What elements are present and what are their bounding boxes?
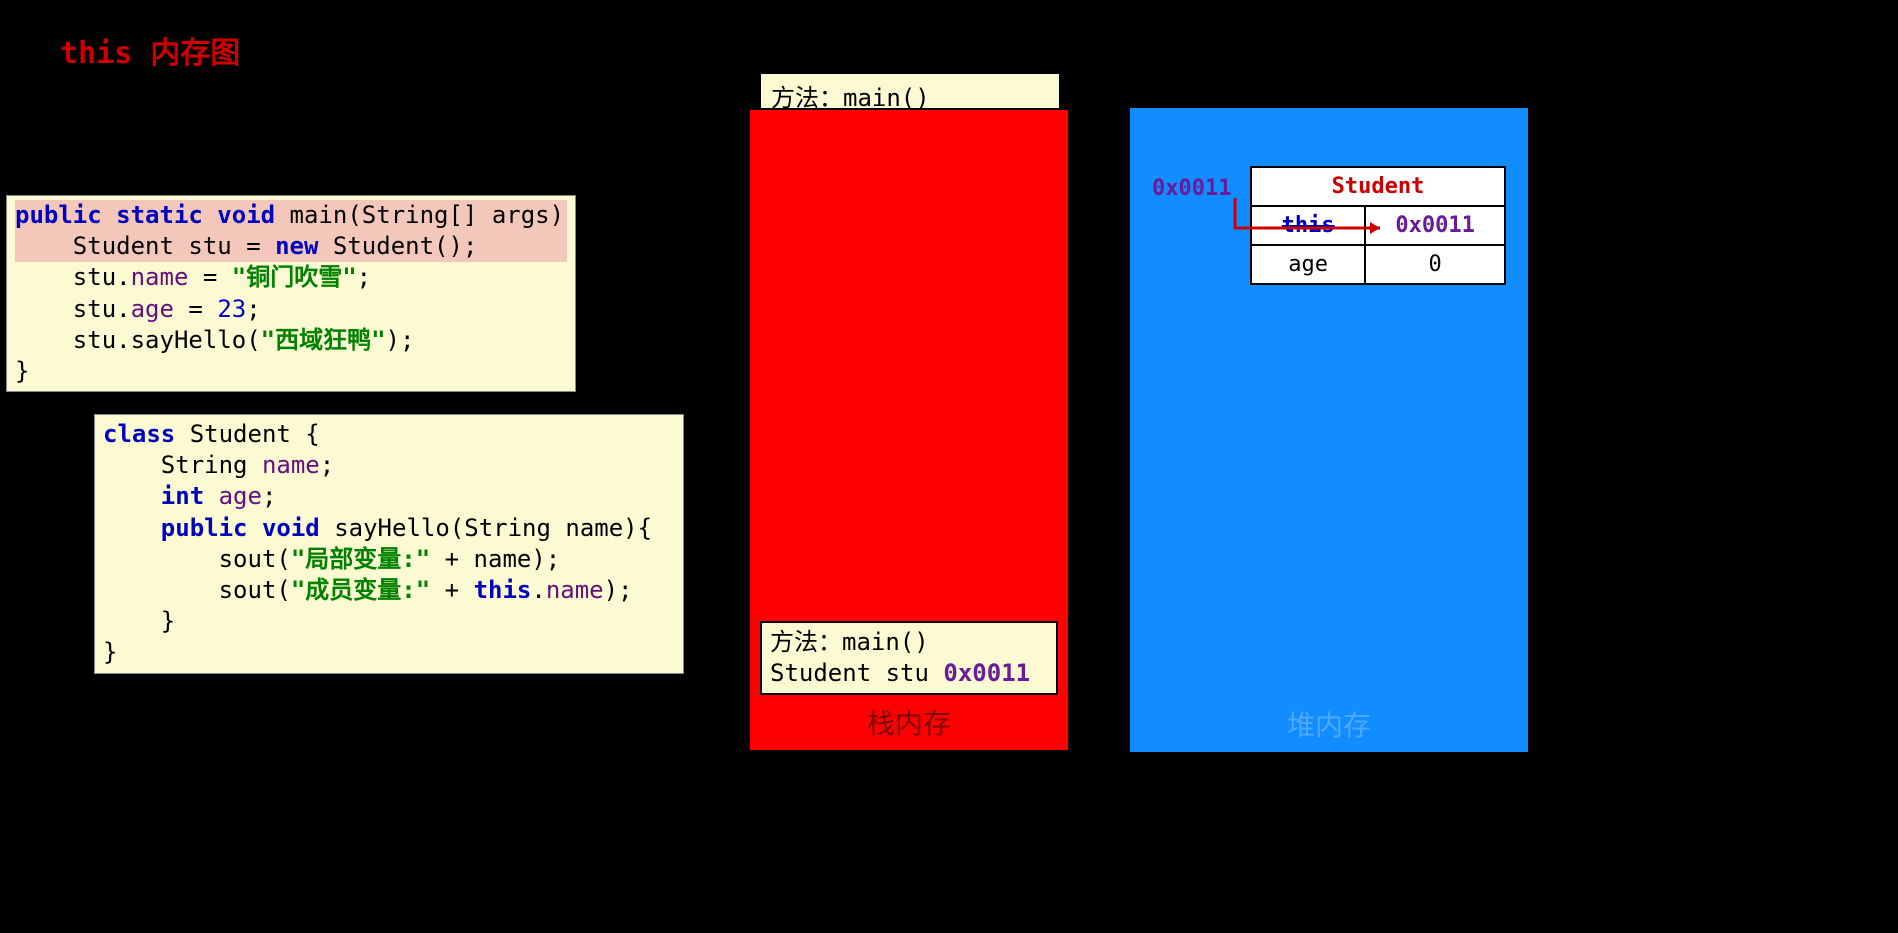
code-text: stu.: [15, 295, 131, 323]
code-text: stu.: [15, 263, 131, 291]
heap-memory-box: 0x0011 Student this 0x0011 age 0 堆内存: [1130, 108, 1528, 752]
code-text: );: [386, 326, 415, 354]
code-text: [103, 514, 161, 542]
stack-var-address: 0x0011: [943, 659, 1030, 687]
code-text: Student stu =: [15, 232, 275, 260]
heap-field-age-value: 0: [1365, 245, 1505, 284]
stack-memory-box: 方法：main() Student stu 0x0011 栈内存: [748, 108, 1070, 752]
code-text: stu.sayHello(: [15, 326, 261, 354]
code-field: age: [219, 482, 262, 510]
code-text: .: [531, 576, 545, 604]
code-string: "铜门吹雪": [232, 263, 357, 291]
heap-object-table: Student this 0x0011 age 0: [1250, 166, 1506, 285]
code-text: [204, 482, 218, 510]
code-text: sout(: [103, 545, 291, 573]
code-block-class: class Student { String name; int age; pu…: [94, 414, 684, 674]
diagram-title: this 内存图: [60, 28, 240, 72]
code-text: + name);: [430, 545, 560, 573]
code-number: 23: [217, 295, 246, 323]
code-text: }: [15, 357, 29, 385]
code-text: ;: [357, 263, 371, 291]
code-field: name: [262, 451, 320, 479]
heap-object-address: 0x0011: [1152, 176, 1231, 201]
heap-caption: 堆内存: [1130, 704, 1528, 744]
code-text: Student {: [175, 420, 320, 448]
code-text: }: [103, 638, 117, 666]
stack-frame-var: Student stu 0x0011: [770, 658, 1048, 689]
heap-object-classname: Student: [1251, 167, 1505, 206]
code-keyword: int: [161, 482, 204, 510]
stack-frame-method: 方法：main(): [770, 627, 1048, 658]
code-text: =: [174, 295, 217, 323]
heap-field-age: age: [1251, 245, 1365, 284]
code-text: =: [188, 263, 231, 291]
code-text: +: [430, 576, 473, 604]
code-text: );: [604, 576, 633, 604]
code-keyword: class: [103, 420, 175, 448]
code-keyword: new: [275, 232, 318, 260]
code-text: }: [103, 607, 175, 635]
code-text: ;: [262, 482, 276, 510]
code-string: "局部变量:": [291, 545, 430, 573]
code-block-main: public static void main(String[] args) {…: [6, 195, 576, 392]
code-text: String: [103, 451, 262, 479]
code-text: sayHello(String name){: [320, 514, 652, 542]
code-text: Student();: [318, 232, 477, 260]
code-text: [103, 482, 161, 510]
heap-field-this: this: [1282, 213, 1335, 238]
stack-caption: 栈内存: [750, 702, 1068, 742]
code-keyword: public void: [161, 514, 320, 542]
code-field: age: [131, 295, 174, 323]
code-field: name: [131, 263, 189, 291]
code-string: "成员变量:": [291, 576, 430, 604]
code-text: main(String[] args) {: [275, 201, 593, 229]
code-text: sout(: [103, 576, 291, 604]
code-string: "西域狂鸭": [261, 326, 386, 354]
heap-field-this-value: 0x0011: [1365, 206, 1505, 245]
code-text: ;: [320, 451, 334, 479]
code-field: name: [546, 576, 604, 604]
stack-frame-main: 方法：main() Student stu 0x0011: [760, 621, 1058, 695]
code-text: ;: [246, 295, 260, 323]
code-keyword: this: [474, 576, 532, 604]
code-keyword: public static void: [15, 201, 275, 229]
